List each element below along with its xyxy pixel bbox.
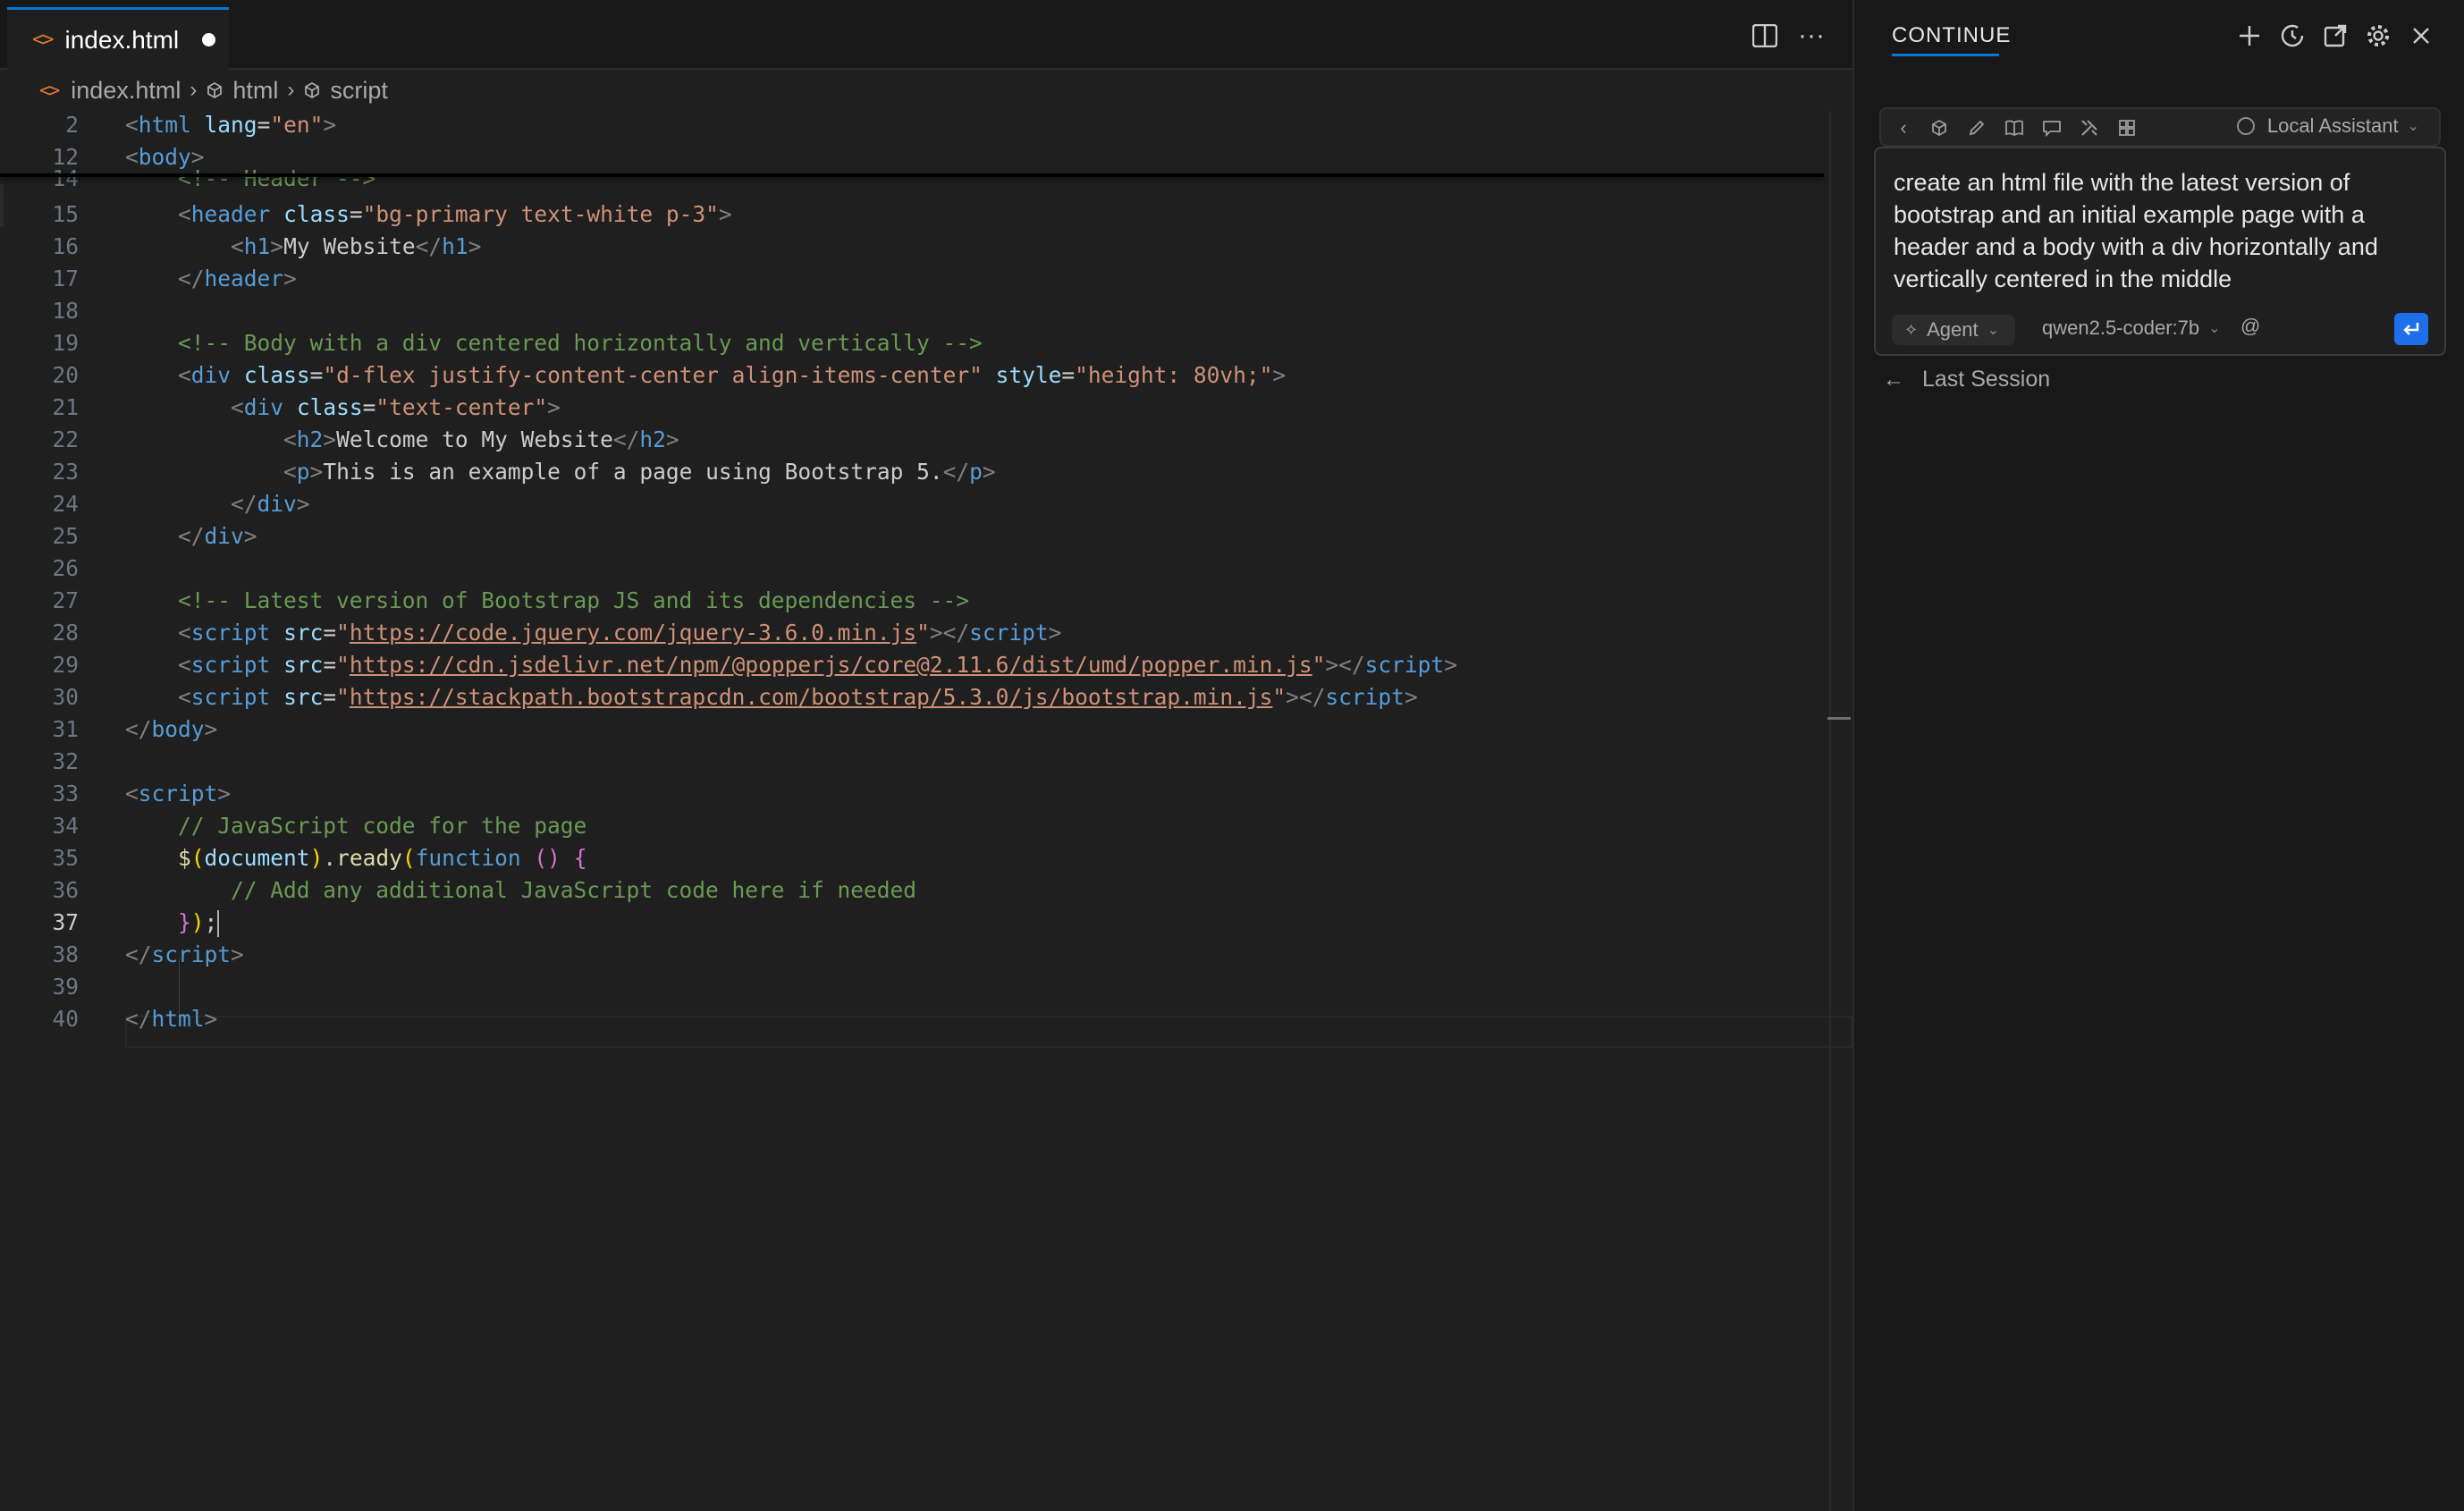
tab-bar: <> index.html ··· bbox=[0, 0, 1852, 70]
assistant-selector[interactable]: Local Assistant ⌄ bbox=[2236, 114, 2419, 138]
code-line: 33 <script> bbox=[52, 781, 232, 806]
split-editor-icon[interactable] bbox=[1749, 20, 1781, 52]
scrollbar-marker[interactable] bbox=[1827, 717, 1851, 720]
tools-icon[interactable] bbox=[2078, 116, 2101, 139]
code-line: 29 <script src="https://cdn.jsdelivr.net… bbox=[52, 652, 1457, 678]
code-line: 26 bbox=[52, 555, 79, 581]
grid-icon[interactable] bbox=[2115, 116, 2139, 139]
open-external-icon[interactable] bbox=[2319, 20, 2351, 52]
assistant-label: Local Assistant bbox=[2266, 114, 2399, 137]
prompt-text[interactable]: create an html file with the latest vers… bbox=[1894, 166, 2430, 295]
last-session-label: Last Session bbox=[1922, 367, 2051, 392]
chevron-down-icon: ⌄ bbox=[2208, 321, 2221, 336]
enter-icon bbox=[2403, 323, 2419, 335]
code-line: 21 <div class="text-center"> bbox=[52, 394, 561, 420]
text-cursor bbox=[217, 910, 220, 937]
tab-index-html[interactable]: <> index.html bbox=[7, 7, 229, 70]
code-line: 27 <!-- Latest version of Bootstrap JS a… bbox=[52, 587, 970, 613]
code-line: 16 <h1>My Website</h1> bbox=[52, 233, 482, 259]
code-line: 36 // Add any additional JavaScript code… bbox=[52, 877, 917, 903]
scrollbar-track[interactable] bbox=[1829, 111, 1831, 1511]
code-link[interactable]: https://code.jquery.com/jquery-3.6.0.min… bbox=[350, 620, 916, 646]
editor-area: <> index.html ··· <> index.html › html ›… bbox=[0, 0, 1852, 1511]
history-icon[interactable] bbox=[2276, 20, 2308, 52]
code-line: 37 }); bbox=[52, 909, 220, 937]
mode-toolbar: ‹ Local Assistant ⌄ bbox=[1879, 107, 2441, 147]
code-line: 18 bbox=[52, 298, 79, 324]
code-line: 23 <p>This is an example of a page using… bbox=[52, 459, 996, 485]
assistant-icon bbox=[2236, 117, 2255, 135]
code-line: 34 // JavaScript code for the page bbox=[52, 813, 587, 839]
code-line: 19 <!-- Body with a div centered horizon… bbox=[52, 330, 983, 356]
code-line: 24 </div> bbox=[52, 491, 310, 517]
code-line: 12 <body> bbox=[52, 144, 205, 170]
chevron-right-icon: › bbox=[287, 78, 295, 102]
code-line: 40 </html> bbox=[52, 1006, 218, 1032]
code-line: 39 bbox=[52, 974, 79, 1000]
code-line: 2 <html lang="en"> bbox=[65, 112, 337, 138]
plus-icon[interactable] bbox=[2233, 20, 2266, 52]
chevron-down-icon: ⌄ bbox=[2407, 119, 2419, 134]
panel-title[interactable]: CONTINUE bbox=[1892, 23, 2011, 48]
continue-panel: CONTINUE ‹ Local Assistant ⌄ create an h… bbox=[1852, 0, 2464, 1511]
breadcrumb-file[interactable]: index.html bbox=[71, 77, 181, 105]
model-selector[interactable]: qwen2.5-coder:7b ⌄ bbox=[2042, 317, 2221, 340]
code-line: 15 <header class="bg-primary text-white … bbox=[52, 201, 732, 227]
chat-input[interactable]: create an html file with the latest vers… bbox=[1874, 147, 2446, 356]
sparkle-icon: ✧ bbox=[1904, 320, 1919, 339]
breadcrumb-html[interactable]: html bbox=[232, 77, 278, 105]
unsaved-dot-icon[interactable] bbox=[202, 33, 216, 46]
code-line: 20 <div class="d-flex justify-content-ce… bbox=[52, 362, 1287, 388]
code-line: 17 </header> bbox=[52, 266, 297, 291]
sticky-scroll-shadow bbox=[0, 173, 1824, 177]
breadcrumb-script[interactable]: script bbox=[330, 77, 388, 105]
panel-title-underline bbox=[1892, 54, 1999, 56]
symbol-element-icon bbox=[207, 81, 223, 99]
code-link[interactable]: https://cdn.jsdelivr.net/npm/@popperjs/c… bbox=[350, 652, 1312, 678]
agent-mode-selector[interactable]: ✧ Agent ⌄ bbox=[1892, 315, 2015, 345]
code-line: 38 </script> bbox=[52, 941, 244, 967]
cube-icon[interactable] bbox=[1928, 116, 1951, 139]
code-line: 28 <script src="https://code.jquery.com/… bbox=[52, 620, 1062, 646]
tab-title: index.html bbox=[64, 25, 180, 54]
code-line: 25 </div> bbox=[52, 523, 257, 549]
code-editor[interactable]: 2 <html lang="en"> 12 <body> 14 <!-- Heade… bbox=[0, 109, 1852, 1511]
code-line: 35 $(document).ready(function () { bbox=[52, 845, 587, 871]
code-line: 30 <script src="https://stackpath.bootst… bbox=[52, 684, 1418, 710]
breadcrumb: <> index.html › html › script bbox=[39, 72, 388, 109]
arrow-left-icon: ← bbox=[1883, 367, 1904, 392]
code-line: 22 <h2>Welcome to My Website</h2> bbox=[52, 426, 679, 452]
symbol-element-icon bbox=[305, 81, 320, 99]
code-line: 32 bbox=[52, 748, 79, 774]
close-icon[interactable] bbox=[2405, 20, 2437, 52]
comment-icon[interactable] bbox=[2040, 116, 2063, 139]
agent-mode-label: Agent bbox=[1927, 318, 1979, 341]
html-file-icon: <> bbox=[32, 29, 54, 51]
send-button[interactable] bbox=[2394, 313, 2428, 345]
model-label: qwen2.5-coder:7b bbox=[2042, 317, 2200, 339]
at-mention-icon[interactable]: @ bbox=[2240, 315, 2260, 338]
gear-icon[interactable] bbox=[2362, 20, 2394, 52]
book-icon[interactable] bbox=[2003, 116, 2026, 139]
chevron-right-icon: › bbox=[190, 78, 198, 102]
html-file-icon: <> bbox=[39, 80, 60, 101]
chevron-down-icon: ⌄ bbox=[1987, 323, 1999, 338]
more-actions-icon[interactable]: ··· bbox=[1795, 20, 1827, 52]
chevron-left-icon[interactable]: ‹ bbox=[1892, 116, 1915, 139]
code-line: 31 </body> bbox=[52, 716, 218, 742]
last-session-link[interactable]: ← Last Session bbox=[1883, 367, 2050, 393]
code-link[interactable]: https://stackpath.bootstrapcdn.com/boots… bbox=[350, 684, 1273, 710]
pencil-icon[interactable] bbox=[1965, 116, 1988, 139]
